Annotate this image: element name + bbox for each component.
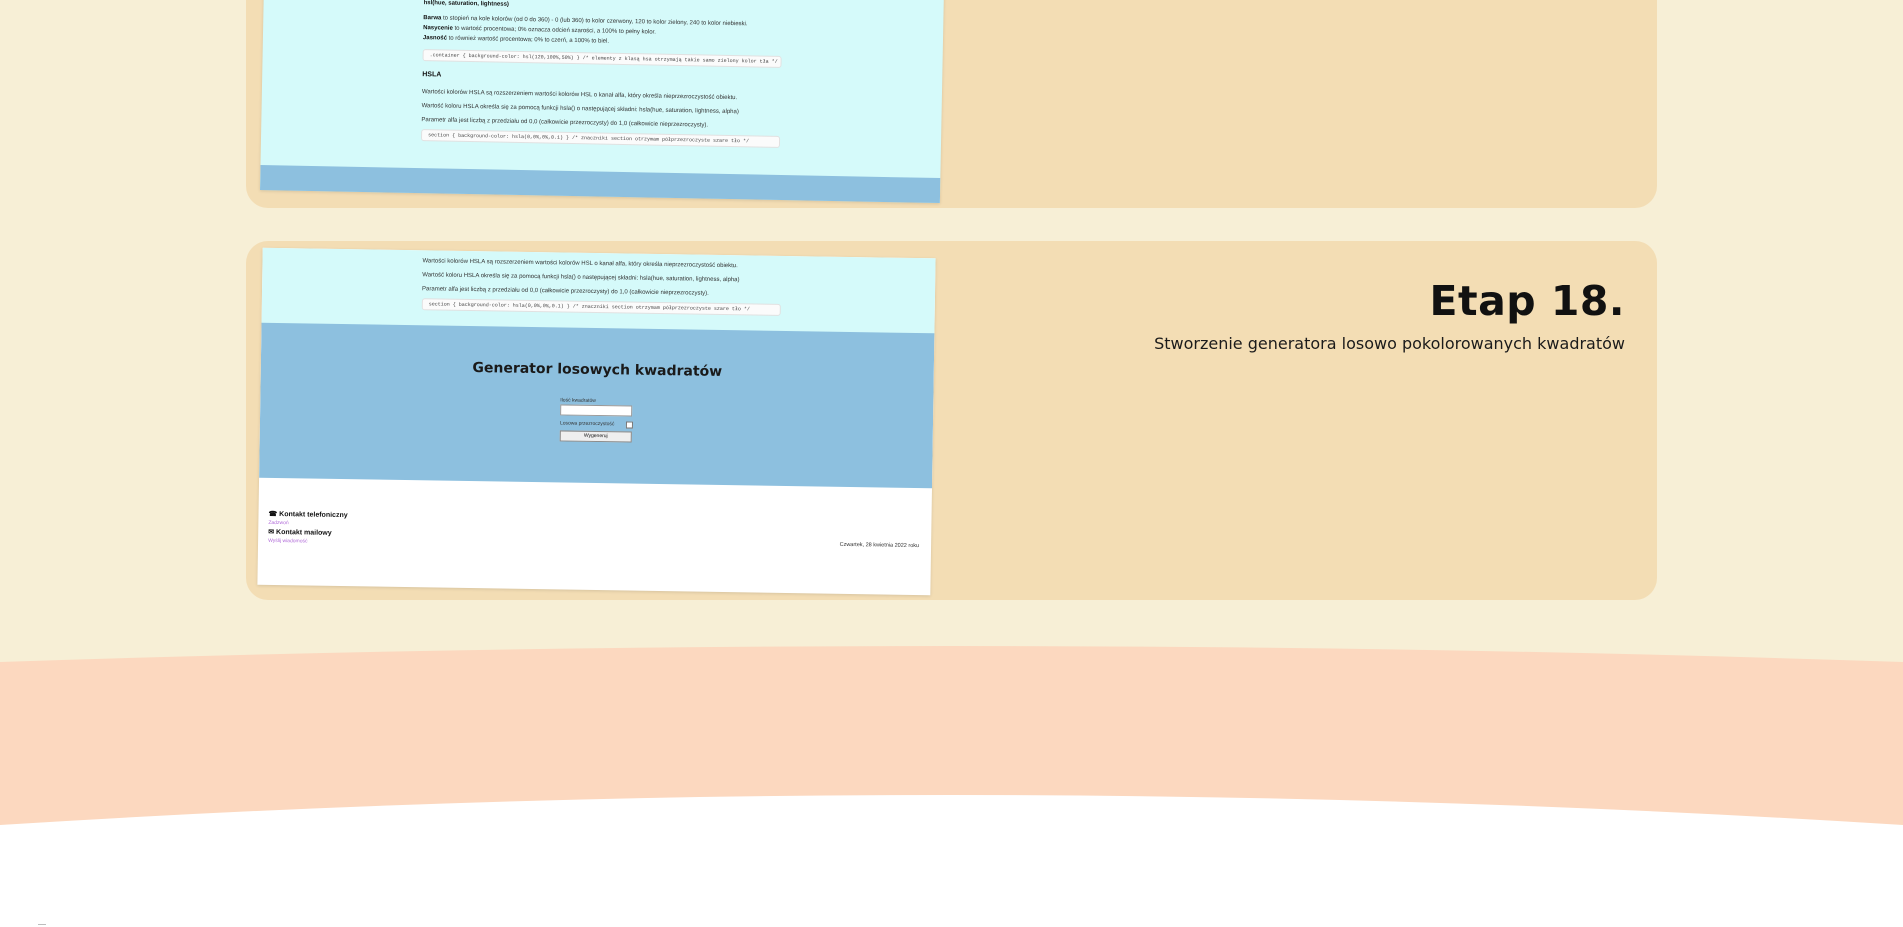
screenshot-blue-band — [260, 165, 941, 204]
random-opacity-checkbox[interactable] — [625, 421, 634, 429]
contact-mail: ✉ Kontakt mailowy — [268, 528, 332, 537]
stage-card-18: Wartości kolorów HSLA są rozszerzeniem w… — [246, 241, 1657, 600]
random-opacity-label: Losowa przezroczystość — [559, 420, 615, 428]
mail-link[interactable]: Wyślij wiadomość — [268, 538, 308, 545]
footer-mark — [38, 924, 46, 925]
contact-phone: ☎ Kontakt telefoniczny — [268, 510, 348, 520]
hsl-heading: hsl(hue, saturation, lightness) — [423, 0, 510, 8]
stage-screenshot-18: Wartości kolorów HSLA są rozszerzeniem w… — [257, 247, 936, 596]
mail-icon: ✉ — [268, 528, 275, 536]
stage-description: Stworzenie generatora losowo pokolorowan… — [1154, 334, 1625, 353]
generator-title: Generator losowych kwadratów — [472, 360, 723, 380]
phone-icon: ☎ — [268, 510, 278, 518]
count-input[interactable] — [560, 404, 633, 417]
hsla-heading: HSLA — [422, 71, 442, 79]
hsla-code-box: section { background-color: hsla(0,0%,0%… — [420, 129, 781, 148]
stage-screenshot-previous: hsl(hue, saturation, lightness) Barwa to… — [260, 0, 945, 204]
stage-card-previous: hsl(hue, saturation, lightness) Barwa to… — [246, 0, 1657, 208]
generator-section: Generator losowych kwadratów Ilość kwadr… — [259, 322, 935, 489]
footer-wave — [0, 646, 1903, 927]
call-link[interactable]: Zadzwoń — [268, 520, 288, 526]
count-label: Ilość kwadratów — [560, 397, 596, 404]
hsl-code-box: .container { background-color: hsl(120,1… — [422, 49, 782, 68]
stage-title: Etap 18. — [1429, 277, 1625, 325]
generate-button[interactable]: Wygeneruj — [559, 430, 632, 443]
footer-date: Czwartek, 28 kwietnia 2022 roku — [839, 541, 920, 550]
footer-white-band — [0, 795, 1903, 927]
